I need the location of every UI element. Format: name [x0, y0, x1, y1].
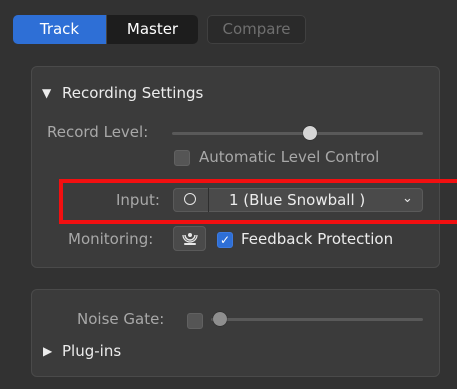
tab-track[interactable]: Track — [13, 15, 106, 44]
record-level-knob[interactable] — [303, 126, 318, 140]
record-level-slider[interactable] — [172, 132, 423, 135]
compare-button[interactable]: Compare — [207, 15, 306, 44]
feedback-protection-checkbox[interactable]: ✓ — [217, 232, 233, 248]
input-highlight-box — [59, 179, 457, 224]
monitoring-icon — [182, 233, 198, 245]
track-master-segmented-control: Track Master — [13, 15, 198, 44]
noise-gate-panel — [31, 289, 440, 377]
automatic-level-control-checkbox[interactable] — [174, 150, 190, 166]
tab-master[interactable]: Master — [106, 15, 198, 44]
noise-gate-slider[interactable] — [211, 318, 423, 321]
noise-gate-checkbox[interactable] — [187, 313, 203, 329]
noise-gate-label: Noise Gate: — [77, 310, 165, 328]
disclosure-triangle-down-icon[interactable]: ▼ — [42, 86, 51, 100]
noise-gate-knob[interactable] — [213, 312, 227, 326]
automatic-level-control-label[interactable]: Automatic Level Control — [199, 148, 379, 166]
plugins-title[interactable]: Plug-ins — [62, 342, 121, 360]
monitoring-button[interactable] — [173, 226, 206, 251]
feedback-protection-label[interactable]: Feedback Protection — [241, 230, 393, 248]
record-level-label: Record Level: — [47, 123, 149, 141]
monitoring-label: Monitoring: — [68, 230, 154, 248]
disclosure-triangle-right-icon[interactable]: ▶ — [43, 344, 52, 358]
recording-settings-title[interactable]: Recording Settings — [62, 84, 203, 102]
